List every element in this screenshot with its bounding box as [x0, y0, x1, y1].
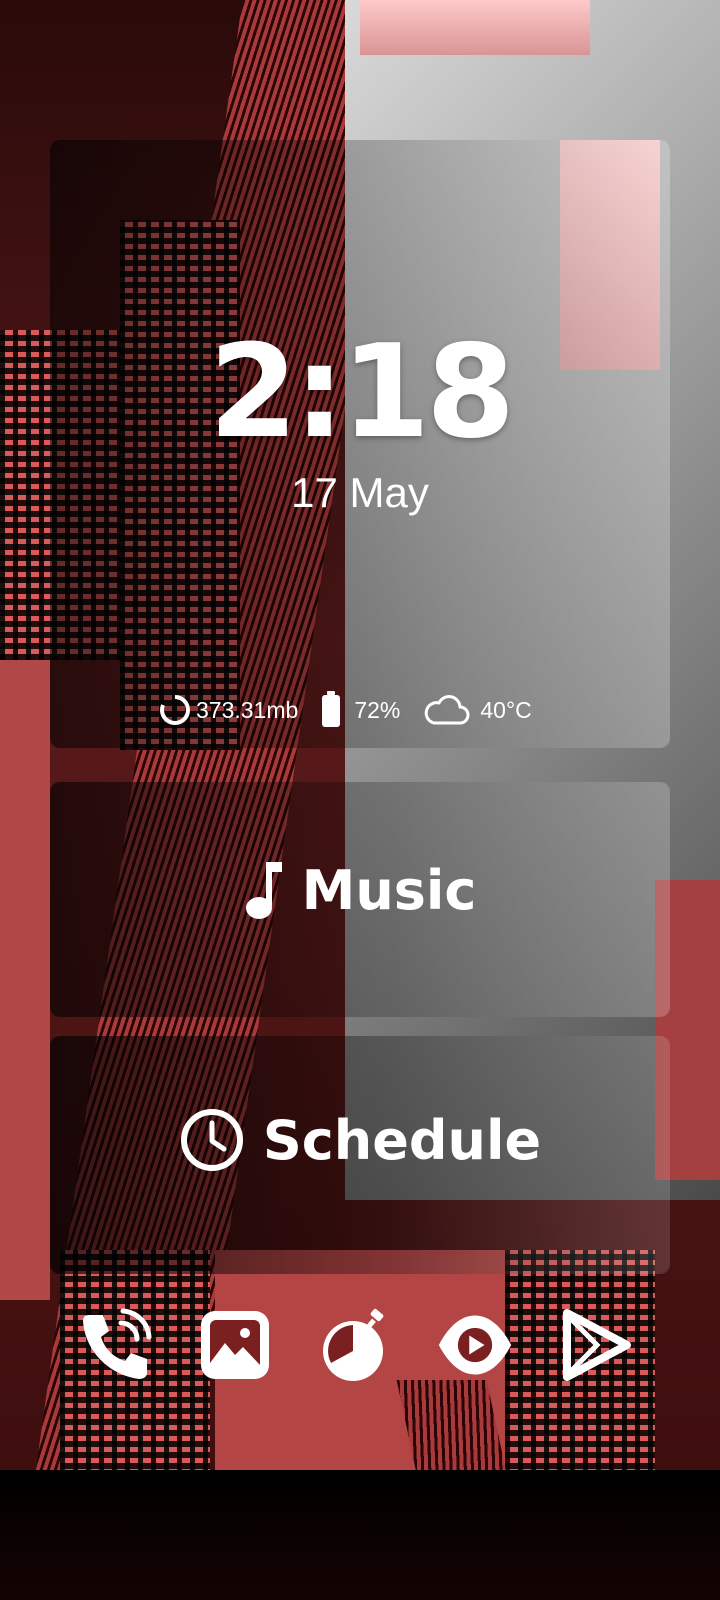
video-app[interactable]	[435, 1305, 515, 1385]
weather-value: 40°C	[480, 696, 532, 723]
schedule-label: Schedule	[262, 1108, 542, 1172]
battery-value: 72%	[354, 696, 401, 723]
phone-call-icon	[83, 1308, 152, 1379]
schedule-widget-label[interactable]: Schedule	[0, 1100, 720, 1180]
battery-stat: 72%	[320, 691, 400, 729]
stopwatch-icon	[323, 1308, 384, 1381]
battery-icon	[322, 691, 341, 727]
app-dock	[75, 1305, 635, 1385]
music-note-icon	[245, 862, 282, 919]
clock-icon	[180, 1109, 243, 1171]
play-store-app[interactable]	[555, 1305, 635, 1385]
image-icon	[201, 1311, 269, 1379]
play-eye-icon	[438, 1315, 512, 1375]
gallery-app[interactable]	[195, 1305, 275, 1385]
timer-app[interactable]	[315, 1305, 395, 1385]
device-stats: 373.31mb 72% 40°C	[158, 690, 554, 730]
clock-date: 17 May	[291, 469, 429, 516]
memory-ring-icon	[160, 695, 190, 725]
music-widget-label[interactable]: Music	[0, 850, 720, 930]
music-label: Music	[301, 858, 477, 922]
clock-time: 2:18	[208, 318, 515, 467]
memory-value: 373.31mb	[196, 696, 299, 723]
weather-stat: 40°C	[422, 693, 532, 727]
play-triangle-icon	[563, 1309, 631, 1381]
phone-app[interactable]	[75, 1305, 155, 1385]
memory-stat: 373.31mb	[158, 693, 298, 727]
cloud-icon	[425, 695, 470, 725]
